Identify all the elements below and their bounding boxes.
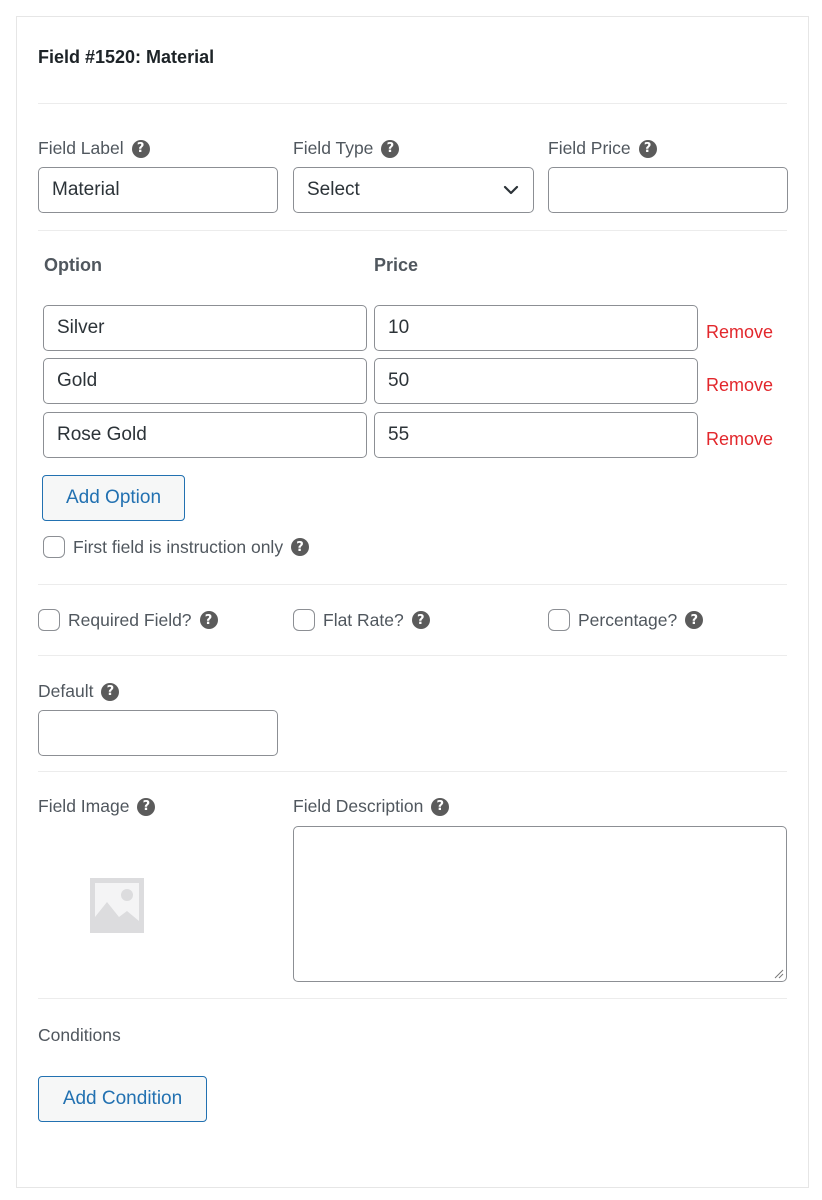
- option-column-header: Option: [44, 255, 102, 275]
- field-price-text: Field Price: [548, 138, 631, 158]
- remove-option-link[interactable]: Remove: [706, 322, 773, 343]
- field-type-value: Select: [307, 179, 360, 200]
- help-icon[interactable]: ?: [101, 682, 120, 701]
- add-option-button[interactable]: Add Option: [42, 475, 185, 521]
- flat-rate-row: Flat Rate? ?: [293, 609, 430, 631]
- default-input[interactable]: [38, 710, 278, 756]
- instruction-only-row: First field is instruction only ?: [43, 536, 310, 558]
- instruction-only-checkbox[interactable]: [43, 536, 65, 558]
- option-name-input[interactable]: Rose Gold: [43, 412, 367, 458]
- chevron-down-icon: [503, 185, 519, 195]
- option-name-value: Silver: [57, 317, 105, 338]
- field-title: Field #1520: Material: [38, 47, 215, 67]
- help-icon[interactable]: ?: [638, 139, 657, 158]
- remove-option-link[interactable]: Remove: [706, 375, 773, 396]
- option-price-input[interactable]: 10: [374, 305, 698, 351]
- field-label-label: Field Label ?: [38, 138, 150, 159]
- option-price-input[interactable]: 50: [374, 358, 698, 404]
- default-label: Default ?: [38, 681, 120, 702]
- flat-rate-checkbox[interactable]: [293, 609, 315, 631]
- field-type-label: Field Type ?: [293, 138, 400, 159]
- default-label-text: Default: [38, 681, 94, 701]
- option-name-input[interactable]: Gold: [43, 358, 367, 404]
- option-price-value: 55: [388, 424, 410, 445]
- image-placeholder-icon[interactable]: [89, 877, 145, 934]
- field-label-input[interactable]: Material: [38, 167, 278, 213]
- option-price-input[interactable]: 55: [374, 412, 698, 458]
- percentage-checkbox[interactable]: [548, 609, 570, 631]
- help-icon[interactable]: ?: [431, 797, 450, 816]
- divider: [38, 103, 787, 104]
- field-image-text: Field Image: [38, 796, 130, 816]
- help-icon[interactable]: ?: [685, 611, 704, 629]
- help-icon[interactable]: ?: [291, 538, 310, 556]
- field-label-text: Field Label: [38, 138, 124, 158]
- resize-handle-icon[interactable]: [774, 969, 784, 979]
- help-icon[interactable]: ?: [199, 611, 218, 629]
- help-icon[interactable]: ?: [131, 139, 150, 158]
- field-type-text: Field Type: [293, 138, 374, 158]
- field-price-label: Field Price ?: [548, 138, 657, 159]
- field-price-input[interactable]: [548, 167, 788, 213]
- field-description-textarea[interactable]: [293, 826, 787, 982]
- field-label-value: Material: [52, 179, 120, 200]
- conditions-label: Conditions: [38, 1025, 121, 1045]
- required-field-checkbox[interactable]: [38, 609, 60, 631]
- price-column-header: Price: [374, 255, 419, 275]
- instruction-only-label: First field is instruction only: [73, 536, 284, 557]
- option-price-value: 50: [388, 370, 410, 391]
- help-icon[interactable]: ?: [381, 139, 400, 158]
- field-type-select[interactable]: Select: [293, 167, 534, 213]
- field-description-label: Field Description ?: [293, 796, 450, 817]
- divider: [38, 998, 787, 999]
- field-image-label: Field Image ?: [38, 796, 156, 817]
- add-condition-button[interactable]: Add Condition: [38, 1076, 207, 1122]
- option-price-value: 10: [388, 317, 410, 338]
- percentage-row: Percentage? ?: [548, 609, 704, 631]
- help-icon[interactable]: ?: [411, 611, 430, 629]
- required-field-row: Required Field? ?: [38, 609, 218, 631]
- required-field-label: Required Field?: [68, 609, 192, 630]
- field-description-text: Field Description: [293, 796, 424, 816]
- help-icon[interactable]: ?: [137, 797, 156, 816]
- divider: [38, 655, 787, 656]
- divider: [38, 771, 787, 772]
- flat-rate-label: Flat Rate?: [323, 609, 404, 630]
- divider: [38, 584, 787, 585]
- option-name-value: Rose Gold: [57, 424, 147, 445]
- percentage-label: Percentage?: [578, 609, 678, 630]
- option-name-value: Gold: [57, 370, 98, 391]
- option-name-input[interactable]: Silver: [43, 305, 367, 351]
- divider: [38, 230, 787, 231]
- remove-option-link[interactable]: Remove: [706, 429, 773, 450]
